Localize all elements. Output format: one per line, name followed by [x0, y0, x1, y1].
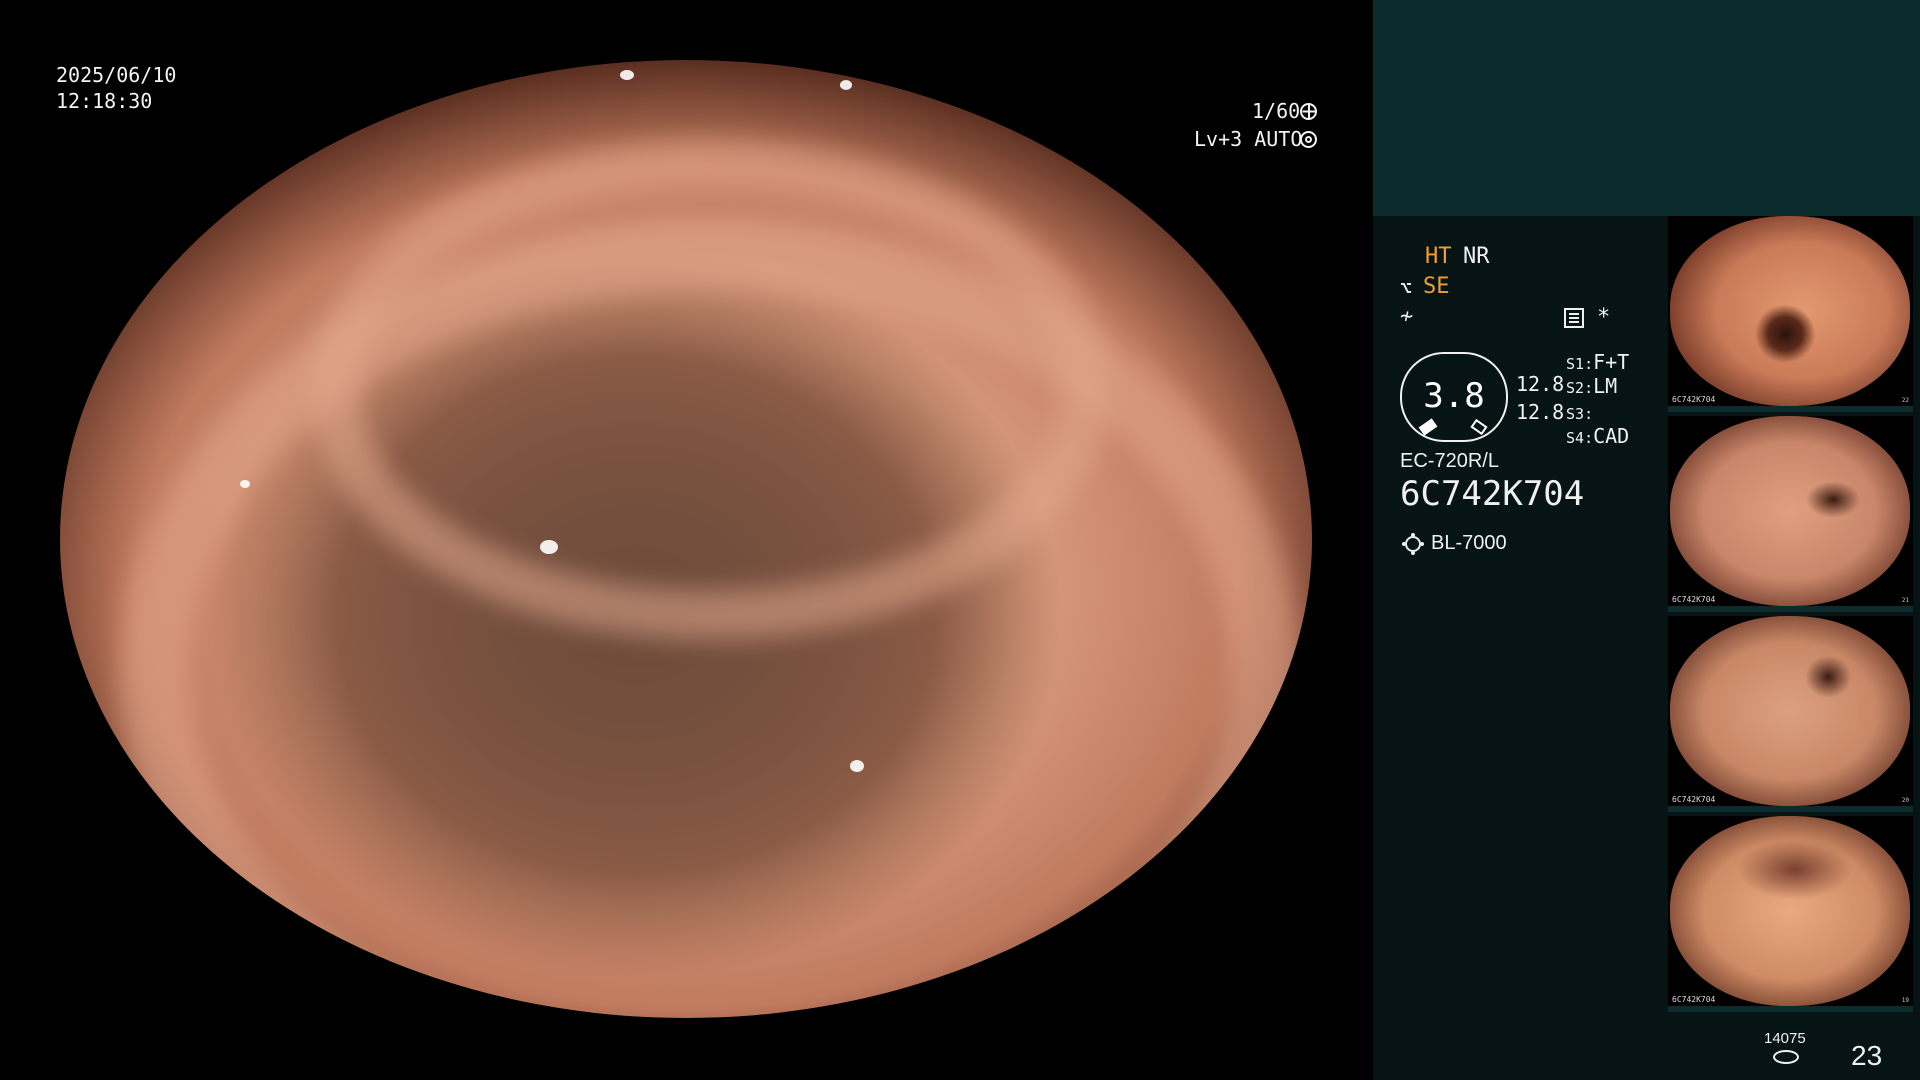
- frame-count: 23: [1851, 1040, 1883, 1071]
- thumbnail-label: 6C742K704: [1672, 395, 1716, 404]
- nr-indicator: NR: [1463, 244, 1490, 269]
- osd-time: 12:18:30: [56, 89, 153, 113]
- osd-level: Lv+3 AUTO: [1194, 127, 1303, 151]
- switch-1: S1:F+T: [1566, 350, 1630, 374]
- light-source-model: BL-7000: [1431, 532, 1507, 554]
- freeze-icon: ≁: [1400, 304, 1414, 329]
- mucosal-fold: [310, 140, 1110, 640]
- ht-indicator: HT: [1425, 244, 1452, 269]
- info-panel: HT NR ⌥ SE ≁ * 3.8 12.8 12.8 S1:F+T S2:L…: [1373, 0, 1920, 1080]
- thumbnail-label: 6C742K704: [1672, 795, 1716, 804]
- capture-thumbnail[interactable]: 6C742K704 21: [1668, 416, 1913, 612]
- panel-header: [1373, 0, 1920, 216]
- thumbnail-index: 22: [1901, 397, 1909, 404]
- thumbnail-image: [1670, 416, 1910, 606]
- endoscopy-screen: 2025/06/10 12:18:30 1/60 Lv+3 AUTO HT NR…: [0, 0, 1920, 1080]
- capture-thumbnail[interactable]: 6C742K704 19: [1668, 816, 1913, 1012]
- thumbnail-image: [1670, 616, 1910, 806]
- thumbnail-label: 6C742K704: [1672, 595, 1716, 604]
- glare: [540, 540, 558, 554]
- switch-label: S3: [1566, 405, 1585, 423]
- thumbnail-label: 6C742K704: [1672, 995, 1716, 1004]
- switch-label: S2: [1566, 379, 1585, 397]
- image-mask: [0, 1018, 1373, 1080]
- star-icon: *: [1597, 305, 1611, 330]
- scope-serial: 6C742K704: [1400, 474, 1585, 514]
- endoscope-live-image: [60, 60, 1312, 1018]
- switch-label: S4: [1566, 429, 1585, 447]
- storage-counter: 14075: [1764, 1030, 1806, 1047]
- glare: [980, 960, 1000, 970]
- switch-value: CAD: [1593, 424, 1630, 448]
- switch-label: S1: [1566, 355, 1585, 373]
- storage-disk-icon: [1773, 1050, 1799, 1064]
- thumbnail-index: 21: [1901, 597, 1909, 604]
- glare: [240, 480, 250, 488]
- gauge-marker-empty: [1470, 418, 1488, 436]
- capture-thumbnail[interactable]: 6C742K704 20: [1668, 616, 1913, 812]
- thumbnail-image: [1670, 216, 1910, 406]
- endoscope-live-view: 2025/06/10 12:18:30 1/60 Lv+3 AUTO: [0, 0, 1373, 1080]
- magnification-gauge: 3.8: [1400, 352, 1508, 442]
- image-mask: [0, 0, 1373, 60]
- osd-date: 2025/06/10: [56, 63, 177, 87]
- glare: [840, 80, 852, 90]
- thumbnail-index: 19: [1901, 997, 1909, 1004]
- switch-value: F+T: [1593, 350, 1630, 374]
- scope-enhance-icon: ⌥: [1400, 276, 1413, 300]
- se-indicator: SE: [1423, 274, 1450, 299]
- gauge-marker-filled: [1418, 418, 1438, 436]
- glare: [850, 760, 864, 772]
- osd-shutter: 1/60: [1252, 99, 1301, 123]
- gauge-reading-1: 12.8: [1516, 372, 1565, 396]
- shutter-icon: [1300, 103, 1317, 120]
- glare: [620, 70, 634, 80]
- scope-model: EC-720R/L: [1400, 450, 1499, 472]
- menu-list-icon: [1564, 308, 1584, 328]
- capture-thumbnail[interactable]: 6C742K704 22: [1668, 216, 1913, 412]
- switch-2: S2:LM: [1566, 374, 1618, 398]
- light-source-icon: [1405, 536, 1421, 552]
- gauge-reading-2: 12.8: [1516, 400, 1565, 424]
- gauge-value: 3.8: [1423, 376, 1485, 416]
- auto-exposure-icon: [1300, 131, 1317, 148]
- switch-value: LM: [1593, 374, 1618, 398]
- thumbnail-image: [1670, 816, 1910, 1006]
- switch-4: S4:CAD: [1566, 424, 1630, 448]
- switch-3: S3:: [1566, 405, 1594, 423]
- thumbnail-index: 20: [1901, 797, 1909, 804]
